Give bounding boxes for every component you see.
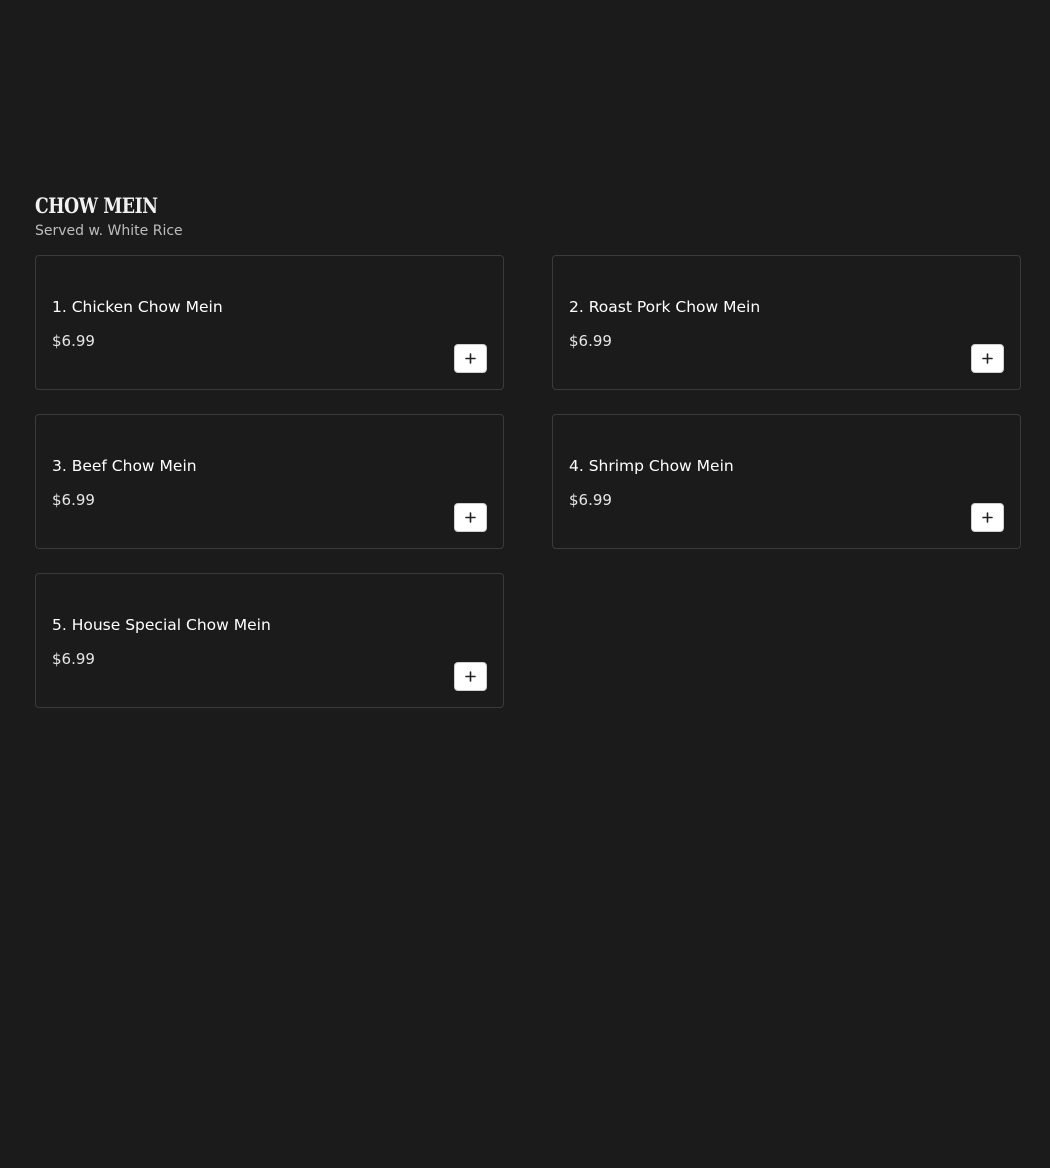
menu-section-chow-mein: CHOW MEIN Served w. White Rice 1. Chicke… [35,192,1021,708]
add-item-button[interactable] [971,344,1004,373]
menu-item-card[interactable]: 5. House Special Chow Mein $6.99 [35,573,504,708]
item-price: $6.99 [569,332,612,350]
menu-items-grid: 1. Chicken Chow Mein $6.99 2. Roast Pork… [35,255,1021,708]
item-price: $6.99 [52,491,95,509]
item-price: $6.99 [52,332,95,350]
item-name: 4. Shrimp Chow Mein [569,457,734,475]
section-subtitle: Served w. White Rice [35,223,183,239]
item-name: 5. House Special Chow Mein [52,616,271,634]
add-item-button[interactable] [454,503,487,532]
add-item-button[interactable] [971,503,1004,532]
menu-item-card[interactable]: 4. Shrimp Chow Mein $6.99 [552,414,1021,549]
plus-icon [465,353,476,364]
item-price: $6.99 [569,491,612,509]
menu-item-card[interactable]: 1. Chicken Chow Mein $6.99 [35,255,504,390]
item-price: $6.99 [52,650,95,668]
plus-icon [465,512,476,523]
item-name: 2. Roast Pork Chow Mein [569,298,761,316]
menu-item-card[interactable]: 3. Beef Chow Mein $6.99 [35,414,504,549]
section-title: CHOW MEIN [35,193,158,218]
plus-icon [982,353,993,364]
menu-item-card[interactable]: 2. Roast Pork Chow Mein $6.99 [552,255,1021,390]
item-name: 1. Chicken Chow Mein [52,298,223,316]
plus-icon [982,512,993,523]
add-item-button[interactable] [454,662,487,691]
item-name: 3. Beef Chow Mein [52,457,197,475]
add-item-button[interactable] [454,344,487,373]
plus-icon [465,671,476,682]
